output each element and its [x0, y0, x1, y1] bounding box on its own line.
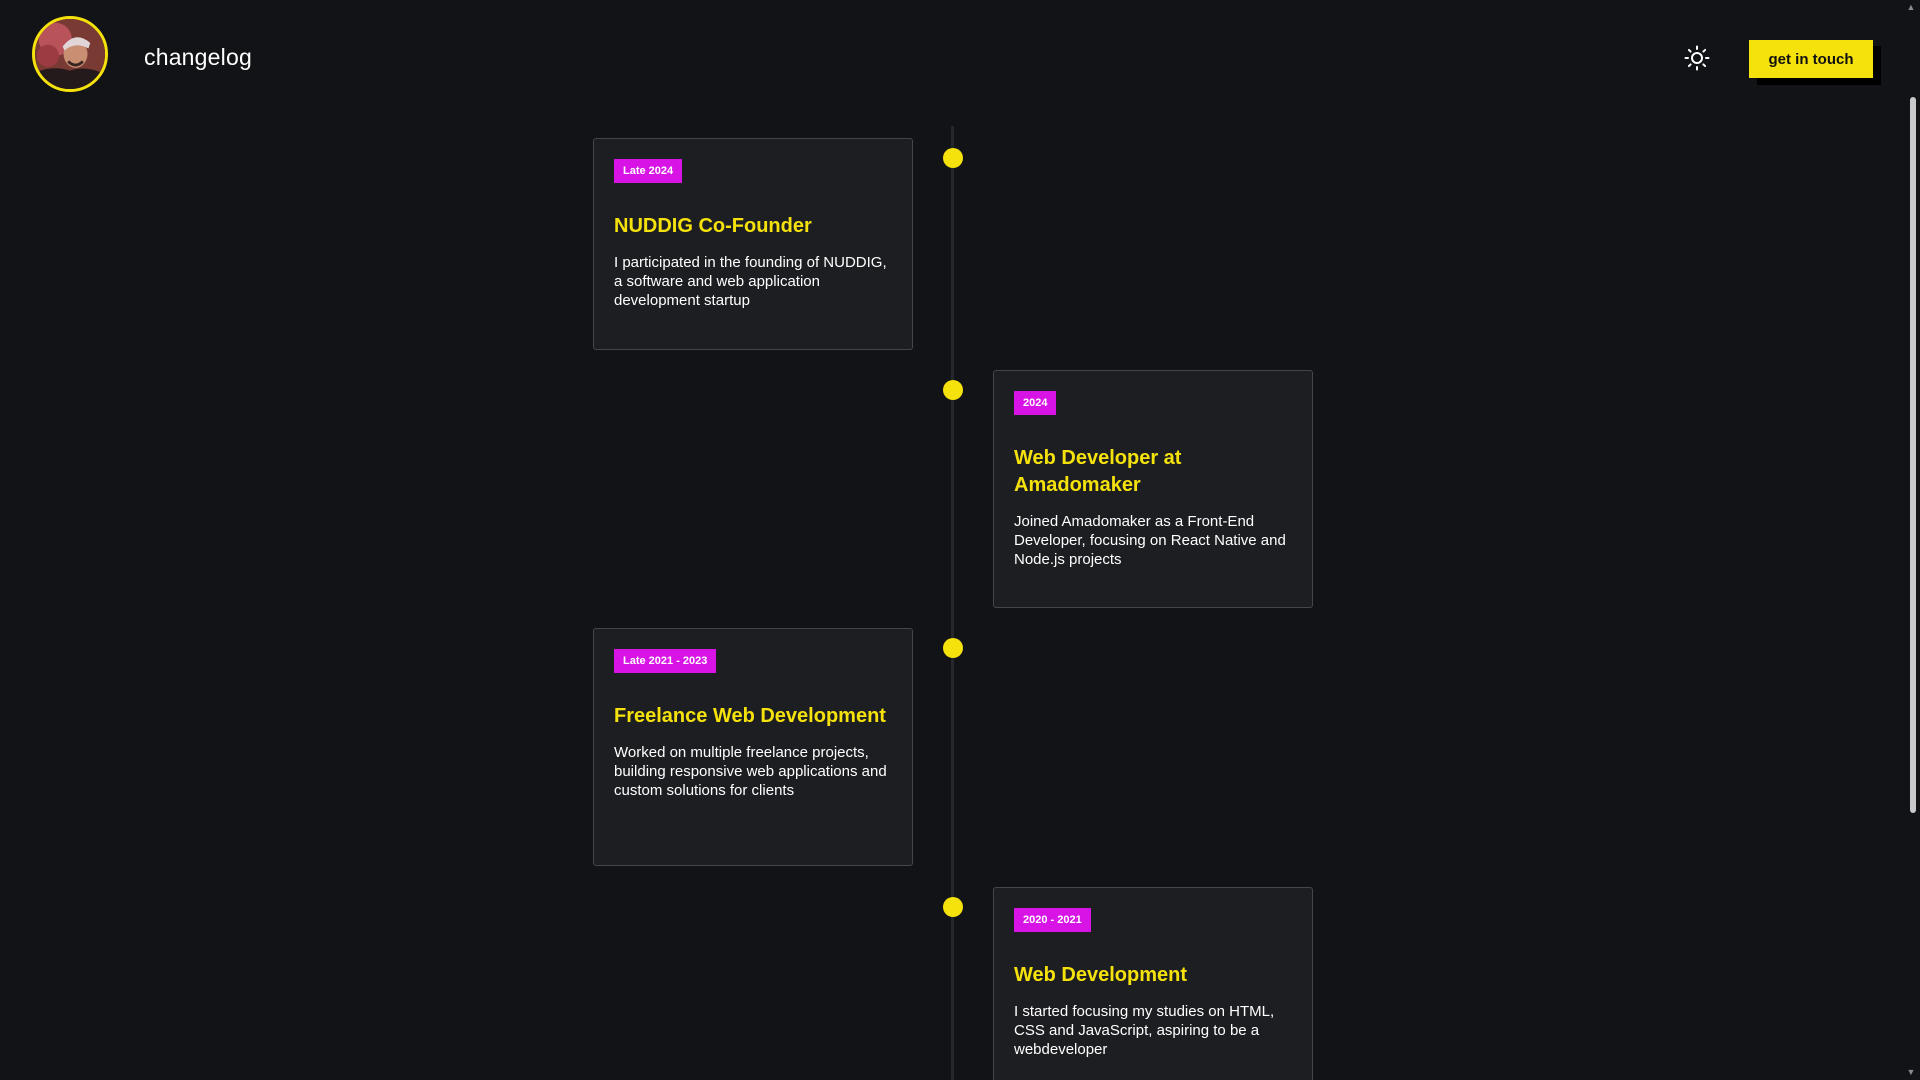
get-in-touch-button[interactable]: get in touch [1749, 40, 1873, 78]
changelog-page: changelog get in touch Late 2024 NUDDIG … [0, 0, 1920, 1080]
card-description: Worked on multiple freelance projects, b… [614, 744, 887, 799]
scrollbar-thumb[interactable] [1910, 97, 1916, 813]
period-badge: Late 2021 - 2023 [614, 649, 717, 673]
card-title: Web Development [1014, 964, 1187, 986]
card-description: Joined Amadomaker as a Front-End Develop… [1014, 513, 1286, 568]
timeline-line [951, 126, 954, 1080]
profile-photo [35, 19, 105, 89]
period-badge: Late 2024 [614, 159, 683, 183]
card-description: I participated in the founding of NUDDIG… [614, 254, 887, 309]
timeline-card: 2024 Web Developer at Amadomaker Joined … [993, 370, 1313, 608]
sun-icon [1684, 45, 1710, 71]
card-title: Freelance Web Development [614, 705, 886, 727]
site-title[interactable]: changelog [144, 44, 252, 71]
card-title: NUDDIG Co-Founder [614, 215, 812, 237]
avatar[interactable] [32, 16, 108, 92]
card-description: I started focusing my studies on HTML, C… [1014, 1003, 1275, 1058]
scroll-down-icon[interactable]: ▼ [1904, 1066, 1918, 1078]
timeline-card: 2020 - 2021 Web Development I started fo… [993, 887, 1313, 1080]
timeline-card: Late 2024 NUDDIG Co-Founder I participat… [593, 138, 913, 350]
timeline-dot [943, 638, 963, 658]
timeline-dot [943, 148, 963, 168]
period-badge: 2020 - 2021 [1014, 908, 1091, 932]
timeline-dot [943, 380, 963, 400]
theme-toggle-button[interactable] [1683, 44, 1711, 72]
timeline-card: Late 2021 - 2023 Freelance Web Developme… [593, 628, 913, 866]
card-title: Web Developer at Amadomaker [1014, 447, 1182, 496]
period-badge: 2024 [1014, 391, 1057, 415]
timeline-dot [943, 897, 963, 917]
scroll-up-icon[interactable]: ▲ [1904, 1, 1918, 13]
